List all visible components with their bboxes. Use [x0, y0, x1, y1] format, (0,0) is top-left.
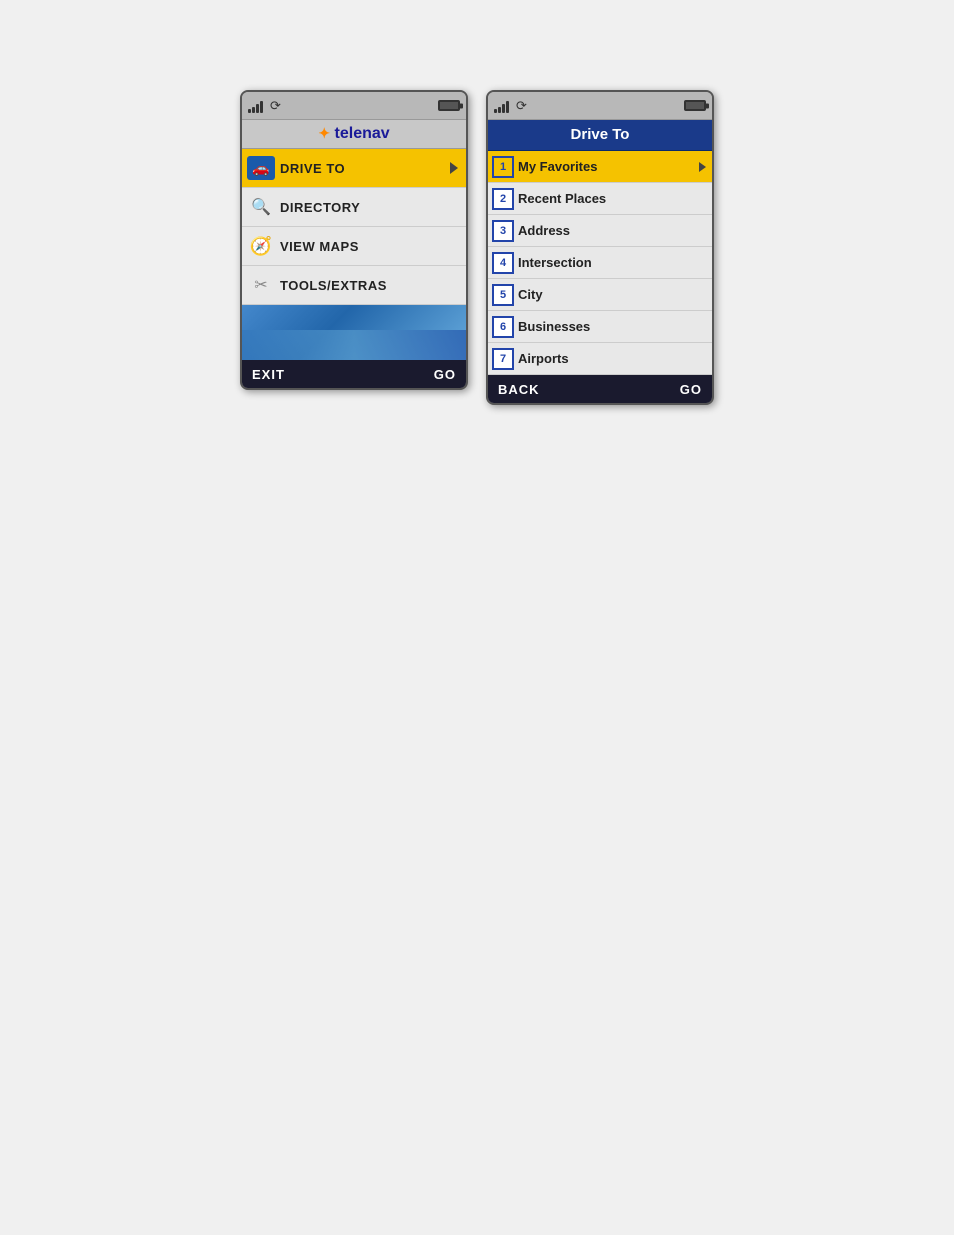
arrow-right-icon — [450, 162, 458, 174]
refresh-icon-2: ⟳ — [516, 98, 527, 114]
signal-bars-1 — [248, 99, 263, 113]
back-button[interactable]: BACK — [498, 382, 540, 397]
telenav-brand: ✦ telenav — [318, 125, 389, 142]
drive-to-item-businesses[interactable]: 6 Businesses — [488, 311, 712, 343]
status-left-2: ⟳ — [494, 98, 527, 114]
car-icon — [247, 156, 275, 180]
screens-container: ⟳ ✦ telenav DRIVE TO — [240, 90, 714, 405]
businesses-label: Businesses — [518, 319, 712, 334]
bottom-bar-1: EXIT GO — [242, 360, 466, 388]
bottom-bar-2: BACK GO — [488, 375, 712, 403]
status-left-1: ⟳ — [248, 98, 281, 114]
phone-main-menu: ⟳ ✦ telenav DRIVE TO — [240, 90, 468, 390]
drive-to-item-intersection[interactable]: 4 Intersection — [488, 247, 712, 279]
drive-to-item-favorites[interactable]: 1 My Favorites — [488, 151, 712, 183]
bar4-2 — [506, 101, 509, 113]
battery-1 — [438, 100, 460, 111]
drive-to-label: DRIVE TO — [280, 161, 450, 176]
drive-to-item-city[interactable]: 5 City — [488, 279, 712, 311]
favorites-label: My Favorites — [518, 159, 699, 174]
menu-item-view-maps[interactable]: 🧭 VIEW MAPS — [242, 227, 466, 266]
status-bar-1: ⟳ — [242, 92, 466, 120]
bar3 — [256, 104, 259, 113]
star-icon: ✦ — [318, 125, 330, 141]
menu-item-directory[interactable]: 🔍 DIRECTORY — [242, 188, 466, 227]
menu-item-tools[interactable]: ✂ TOOLS/EXTRAS — [242, 266, 466, 305]
num-badge-7: 7 — [492, 348, 514, 370]
favorites-arrow-icon — [699, 162, 706, 172]
app-header-1: ✦ telenav — [242, 120, 466, 149]
num-badge-1: 1 — [492, 156, 514, 178]
directory-icon-container: 🔍 — [242, 188, 280, 226]
intersection-label: Intersection — [518, 255, 712, 270]
exit-button[interactable]: EXIT — [252, 367, 285, 382]
airports-label: Airports — [518, 351, 712, 366]
refresh-icon-1: ⟳ — [270, 98, 281, 114]
bar4 — [260, 101, 263, 113]
view-maps-label: VIEW MAPS — [280, 239, 466, 254]
bar1 — [248, 109, 251, 113]
compass-icon: 🧭 — [250, 236, 272, 257]
go-button-2[interactable]: GO — [680, 382, 702, 397]
phone-drive-to: ⟳ Drive To 1 My Favorites 2 Recent Place… — [486, 90, 714, 405]
bar3-2 — [502, 104, 505, 113]
drive-to-item-address[interactable]: 3 Address — [488, 215, 712, 247]
status-bar-2: ⟳ — [488, 92, 712, 120]
drive-to-item-recent[interactable]: 2 Recent Places — [488, 183, 712, 215]
num-badge-2: 2 — [492, 188, 514, 210]
map-area — [242, 305, 466, 360]
num-badge-3: 3 — [492, 220, 514, 242]
drive-to-header: Drive To — [488, 120, 712, 151]
screen-1: ✦ telenav DRIVE TO 🔍 DIRECTORY — [242, 120, 466, 360]
tools-icon: ✂ — [254, 275, 267, 295]
tools-label: TOOLS/EXTRAS — [280, 278, 466, 293]
signal-bars-2 — [494, 99, 509, 113]
bar2-2 — [498, 107, 501, 113]
num-badge-4: 4 — [492, 252, 514, 274]
drive-to-title: Drive To — [571, 126, 630, 143]
view-maps-icon-container: 🧭 — [242, 227, 280, 265]
num-badge-6: 6 — [492, 316, 514, 338]
search-icon: 🔍 — [251, 197, 271, 217]
tools-icon-container: ✂ — [242, 266, 280, 304]
directory-label: DIRECTORY — [280, 200, 466, 215]
city-label: City — [518, 287, 712, 302]
brand-name: telenav — [335, 125, 390, 142]
battery-2 — [684, 100, 706, 111]
bar1-2 — [494, 109, 497, 113]
num-badge-5: 5 — [492, 284, 514, 306]
address-label: Address — [518, 223, 712, 238]
bar2 — [252, 107, 255, 113]
screen-2: Drive To 1 My Favorites 2 Recent Places … — [488, 120, 712, 375]
drive-to-icon-container — [242, 149, 280, 187]
menu-item-drive-to[interactable]: DRIVE TO — [242, 149, 466, 188]
drive-to-item-airports[interactable]: 7 Airports — [488, 343, 712, 375]
recent-places-label: Recent Places — [518, 191, 712, 206]
go-button-1[interactable]: GO — [434, 367, 456, 382]
